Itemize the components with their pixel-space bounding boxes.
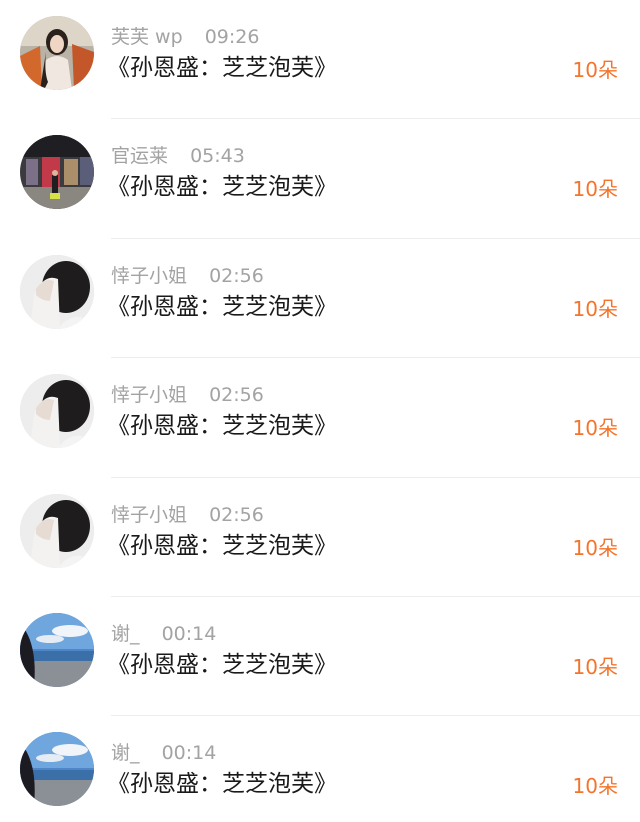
flower-count: 10朵 <box>572 774 618 799</box>
flower-count: 10朵 <box>572 296 618 321</box>
flower-count: 10朵 <box>572 58 618 82</box>
avatar[interactable] <box>20 16 94 90</box>
list-item[interactable]: 谢_ 00:14 《孙恩盛：芝芝泡芙》 10朵 <box>0 597 640 717</box>
avatar[interactable] <box>20 493 94 568</box>
timestamp: 09:26 <box>204 26 260 48</box>
item-meta: 谢_ 00:14 <box>111 740 216 766</box>
list-item[interactable]: 悻子小姐 02:56 《孙恩盛：芝芝泡芙》 10朵 <box>0 239 640 359</box>
timestamp: 02:56 <box>209 264 264 287</box>
flower-count: 10朵 <box>572 416 618 441</box>
timestamp: 02:56 <box>209 503 264 526</box>
item-title: 《孙恩盛：芝芝泡芙》 <box>107 771 337 798</box>
avatar-hand-face-icon <box>20 374 94 449</box>
item-title: 《孙恩盛：芝芝泡芙》 <box>107 413 337 440</box>
list-item[interactable]: 芙芙 wp 09:26 《孙恩盛：芝芝泡芙》 10朵 <box>0 0 640 120</box>
item-meta: 谢_ 00:14 <box>111 621 216 647</box>
avatar[interactable] <box>20 254 94 329</box>
flower-count: 10朵 <box>572 654 618 679</box>
list-item[interactable]: 官运莱 05:43 《孙恩盛：芝芝泡芙》 10朵 <box>0 119 640 239</box>
timestamp: 00:14 <box>161 742 217 765</box>
item-title: 《孙恩盛：芝芝泡芙》 <box>107 293 337 320</box>
avatar-mall-icon <box>20 135 94 210</box>
avatar-hand-face-icon <box>20 493 94 568</box>
item-meta: 悻子小姐 02:56 <box>111 382 264 408</box>
avatar[interactable] <box>20 374 94 449</box>
avatar[interactable] <box>20 135 94 210</box>
avatar-sea-icon <box>20 612 94 687</box>
timestamp: 02:56 <box>209 384 264 407</box>
user-name[interactable]: 悻子小姐 <box>111 504 187 526</box>
timestamp: 05:43 <box>190 145 245 168</box>
user-name[interactable]: 悻子小姐 <box>111 265 187 287</box>
item-meta: 官运莱 05:43 <box>111 143 245 169</box>
item-title: 《孙恩盛：芝芝泡芙》 <box>107 532 337 559</box>
list-item[interactable]: 谢_ 00:14 《孙恩盛：芝芝泡芙》 10朵 <box>0 716 640 822</box>
user-name[interactable]: 悻子小姐 <box>111 384 187 406</box>
flower-count: 10朵 <box>572 535 618 560</box>
flower-count: 10朵 <box>572 177 618 202</box>
user-name[interactable]: 谢_ <box>111 623 140 645</box>
item-meta: 悻子小姐 02:56 <box>111 502 264 528</box>
avatar[interactable] <box>20 612 94 687</box>
list-item[interactable]: 悻子小姐 02:56 《孙恩盛：芝芝泡芙》 10朵 <box>0 478 640 597</box>
user-name[interactable]: 芙芙 wp <box>111 26 183 48</box>
item-title: 《孙恩盛：芝芝泡芙》 <box>107 55 337 81</box>
item-meta: 芙芙 wp 09:26 <box>111 24 259 50</box>
item-meta: 悻子小姐 02:56 <box>111 263 264 289</box>
avatar[interactable] <box>20 732 94 807</box>
user-name[interactable]: 官运莱 <box>111 145 168 167</box>
avatar-woman-car-icon <box>20 16 94 90</box>
item-title: 《孙恩盛：芝芝泡芙》 <box>107 651 337 678</box>
gift-list: 芙芙 wp 09:26 《孙恩盛：芝芝泡芙》 10朵 官运莱 05:43 《孙恩… <box>0 0 640 822</box>
avatar-sea-icon <box>20 732 94 807</box>
item-title: 《孙恩盛：芝芝泡芙》 <box>107 174 337 201</box>
user-name[interactable]: 谢_ <box>111 742 140 764</box>
avatar-hand-face-icon <box>20 254 94 329</box>
timestamp: 00:14 <box>161 622 217 645</box>
list-item[interactable]: 悻子小姐 02:56 《孙恩盛：芝芝泡芙》 10朵 <box>0 358 640 478</box>
